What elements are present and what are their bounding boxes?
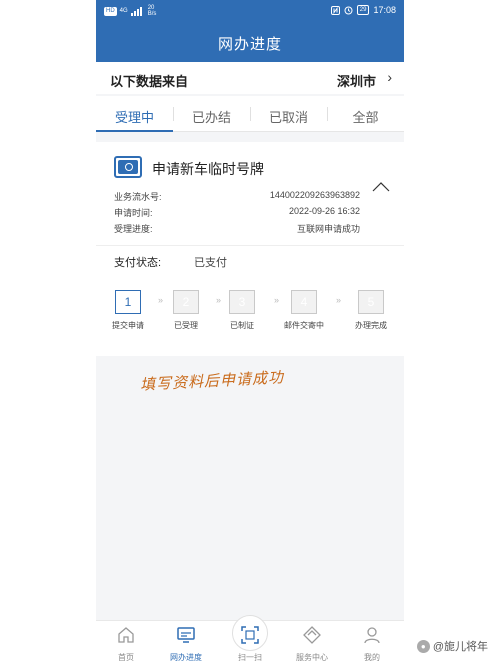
alarm-icon — [344, 6, 353, 14]
app-header: 网办进度 — [96, 24, 404, 62]
step-arrow-icon: » — [336, 295, 342, 305]
step-number: 1 — [115, 290, 141, 314]
nav-label: 服务中心 — [296, 653, 328, 662]
step-number: 4 — [291, 290, 317, 314]
watermark-logo-icon: ● — [416, 639, 430, 653]
apply-time-value: 2022-09-26 16:32 — [288, 206, 360, 216]
battery-indicator: 29 — [356, 5, 370, 15]
progress-label: 受理进度: — [114, 224, 153, 234]
clock: 17:08 — [373, 5, 396, 15]
tab-processing[interactable]: 受理中 — [96, 96, 173, 132]
nav-label: 我的 — [364, 653, 380, 662]
step-number: 3 — [229, 290, 255, 314]
step-label: 已受理 — [174, 321, 198, 330]
nav-mine[interactable]: 我的 — [344, 625, 400, 663]
network-badge: HD — [104, 6, 117, 16]
status-left: HD 4G 20 B/s — [104, 5, 156, 17]
city-selector[interactable]: 深圳市 — [337, 71, 376, 90]
watermark-text: @旎儿将年 — [432, 641, 488, 653]
data-source-label: 以下数据来自 — [110, 74, 189, 89]
tab-cancelled[interactable]: 已取消 — [250, 96, 327, 131]
serial-number-row: 业务流水号: 144002209263963892 — [114, 190, 386, 204]
step-submit: 1 提交申请 — [102, 290, 154, 331]
nav-label: 扫一扫 — [238, 653, 262, 662]
nav-scan[interactable]: 扫一扫 — [222, 625, 278, 663]
monitor-icon — [177, 627, 195, 643]
card-divider — [96, 245, 404, 246]
nav-service-center[interactable]: 服务中心 — [284, 625, 340, 663]
handwritten-note: 填写资料后申请成功 — [139, 368, 285, 394]
page-title: 网办进度 — [217, 36, 282, 53]
step-label: 邮件交寄中 — [284, 321, 324, 330]
signal-icon — [130, 6, 142, 16]
bottom-navigation: 首页 网办进度 扫一扫 服务中心 我的 — [96, 615, 404, 666]
watermark: ● @旎儿将年 — [416, 638, 488, 654]
progress-value: 互联网申请成功 — [296, 224, 360, 234]
signal-text: 4G — [119, 8, 128, 14]
nav-home[interactable]: 首页 — [98, 625, 154, 663]
nav-label: 首页 — [118, 653, 134, 662]
home-icon — [118, 627, 134, 643]
application-card[interactable]: 申请新车临时号牌 业务流水号: 144002209263963892 申请时间:… — [96, 142, 404, 356]
license-plate-icon — [114, 156, 142, 178]
step-mailing: 4 邮件交寄中 — [278, 290, 330, 331]
payment-status-value: 已支付 — [194, 257, 227, 269]
application-title: 申请新车临时号牌 — [152, 161, 264, 177]
apply-time-label: 申请时间: — [114, 208, 153, 218]
step-label: 办理完成 — [355, 321, 387, 330]
status-right: 29 17:08 — [330, 5, 396, 15]
serial-number-value: 144002209263963892 — [269, 190, 360, 200]
step-label: 提交申请 — [112, 321, 144, 330]
tab-all[interactable]: 全部 — [327, 96, 404, 131]
apply-time-row: 申请时间: 2022-09-26 16:32 — [114, 206, 386, 220]
nav-label: 网办进度 — [170, 653, 202, 662]
status-bar: HD 4G 20 B/s 29 17:08 — [96, 0, 404, 24]
step-done: 5 办理完成 — [345, 290, 397, 331]
step-label: 已制证 — [230, 321, 254, 330]
chevron-right-icon[interactable]: › — [387, 69, 392, 85]
net-speed-unit: B/s — [147, 11, 157, 17]
payment-status-label: 支付状态: — [114, 257, 162, 269]
status-tabs: 受理中 已办结 已取消 全部 — [96, 96, 404, 132]
step-number: 5 — [358, 290, 384, 314]
step-certified: 3 已制证 — [216, 290, 268, 331]
serial-number-label: 业务流水号: — [114, 192, 162, 202]
step-accepted: 2 已受理 — [160, 290, 212, 331]
diamond-icon — [303, 626, 321, 644]
nfc-icon — [330, 5, 340, 15]
net-speed: 20 B/s — [148, 5, 157, 17]
progress-steps: 1 提交申请 » 2 已受理 » 3 已制证 » 4 邮件交寄中 » 5 办理完… — [96, 290, 404, 340]
nav-progress[interactable]: 网办进度 — [158, 625, 214, 663]
data-source-row[interactable]: 以下数据来自 深圳市 › — [96, 62, 404, 94]
tab-completed[interactable]: 已办结 — [173, 96, 250, 131]
step-number: 2 — [173, 290, 199, 314]
phone-screen: HD 4G 20 B/s 29 17:08 网办进度 以下数据来自 深圳市 › … — [96, 0, 404, 666]
user-icon — [364, 627, 380, 644]
progress-row: 受理进度: 互联网申请成功 — [114, 222, 386, 236]
scan-icon — [241, 626, 259, 644]
